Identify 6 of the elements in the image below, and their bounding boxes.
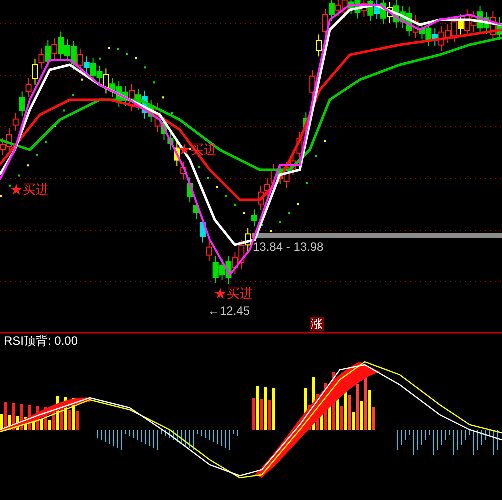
buy-signal-label: ★买进 [10,182,49,198]
indicator-label: RSI顶背: 0.00 [4,334,78,348]
rise-badge: 涨 [310,317,324,331]
price-range-label: 13.84 - 13.98 [253,240,324,255]
buy-signal-label: ★买进 [214,286,253,302]
low-price-label: ←12.45 [208,304,250,319]
